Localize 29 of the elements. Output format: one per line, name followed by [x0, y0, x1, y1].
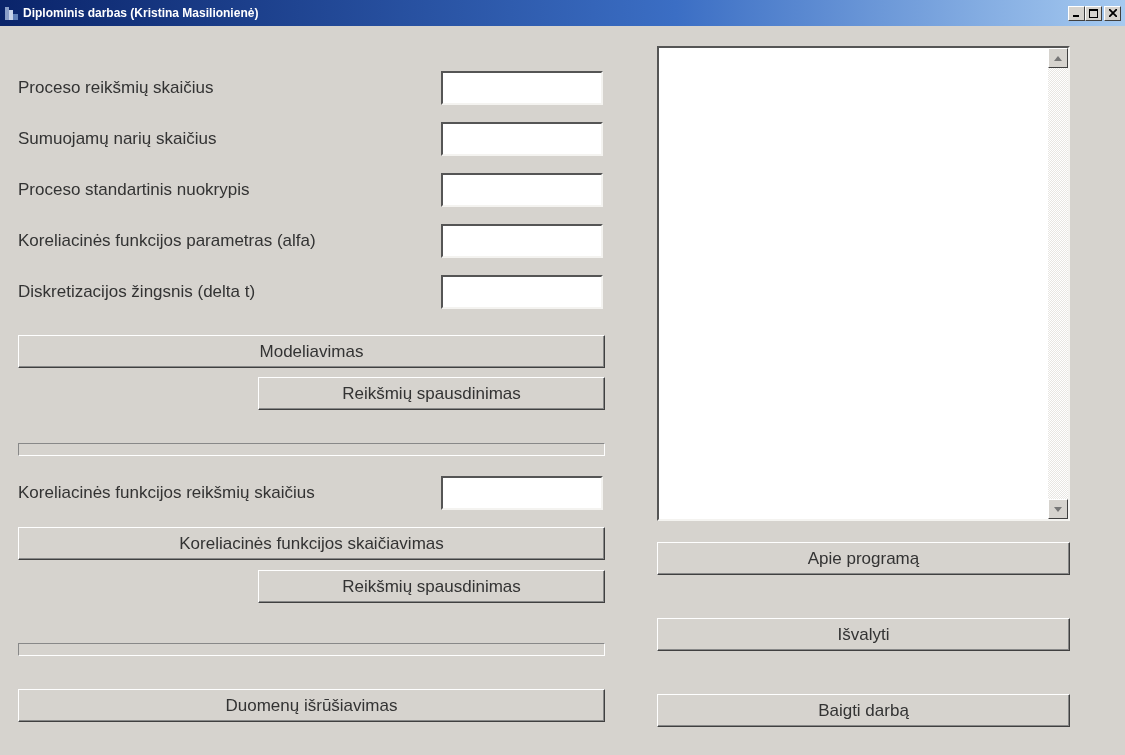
- window-title: Diplominis darbas (Kristina Masilionienė): [23, 6, 260, 20]
- push-button[interactable]: Reikšmių spausdinimas: [258, 570, 605, 603]
- push-button[interactable]: Duomenų išrūšiavimas: [18, 689, 605, 722]
- app-icon: [4, 5, 20, 21]
- input-field[interactable]: [441, 122, 603, 156]
- close-button[interactable]: [1104, 5, 1121, 21]
- field-label: Koreliacinės funkcijos reikšmių skaičius: [18, 483, 315, 503]
- input-field[interactable]: [441, 275, 603, 309]
- scroll-up-icon[interactable]: [1048, 48, 1068, 68]
- input-field[interactable]: [441, 71, 603, 105]
- push-button[interactable]: Modeliavimas: [18, 335, 605, 368]
- push-button[interactable]: Reikšmių spausdinimas: [258, 377, 605, 410]
- push-button[interactable]: Koreliacinės funkcijos skaičiavimas: [18, 527, 605, 560]
- input-field[interactable]: [441, 224, 603, 258]
- push-button[interactable]: Baigti darbą: [657, 694, 1070, 727]
- field-label: Proceso standartinis nuokrypis: [18, 180, 250, 200]
- minimize-button[interactable]: [1068, 5, 1085, 21]
- maximize-icon: [1089, 8, 1098, 18]
- input-field[interactable]: [441, 173, 603, 207]
- close-icon: [1108, 9, 1117, 17]
- field-label: Sumuojamų narių skaičius: [18, 129, 217, 149]
- field-label: Koreliacinės funkcijos parametras (alfa): [18, 231, 316, 251]
- field-label: Proceso reikšmių skaičius: [18, 78, 214, 98]
- push-button[interactable]: Apie programą: [657, 542, 1070, 575]
- field-label: Diskretizacijos žingsnis (delta t): [18, 282, 256, 302]
- push-button[interactable]: Išvalyti: [657, 618, 1070, 651]
- maximize-button[interactable]: [1085, 5, 1102, 21]
- input-field[interactable]: [441, 476, 603, 510]
- scroll-down-icon[interactable]: [1048, 499, 1068, 519]
